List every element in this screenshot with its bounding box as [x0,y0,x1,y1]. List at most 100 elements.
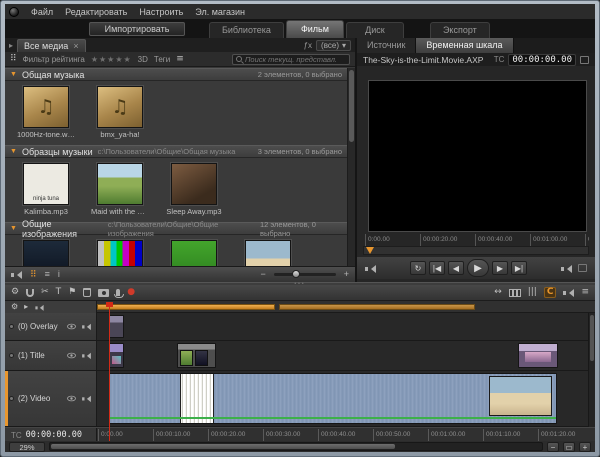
overlay-clip[interactable] [109,315,124,338]
track-body-overlay[interactable] [97,313,595,340]
tab-timeline-preview[interactable]: Временная шкала [416,38,513,53]
timeline-settings-gear-icon[interactable]: ⚙ [11,288,19,297]
video-preview-area[interactable] [368,80,587,232]
track-expand-icon[interactable]: ▸ [24,303,28,311]
media-item[interactable] [91,240,149,266]
track-body-video[interactable] [97,371,595,426]
list-view-icon[interactable]: ≡ [45,270,50,279]
timeline-playhead[interactable] [109,302,110,441]
audio-scrub-icon[interactable] [365,264,376,273]
track-status-led[interactable] [9,353,14,358]
scope-dropdown[interactable]: (все) ▾ [316,40,351,51]
album-art-thumbnail[interactable]: ninja tuna [23,163,69,205]
title-clip[interactable] [518,343,558,368]
volume-icon[interactable] [561,264,572,273]
track-body-title[interactable] [97,341,595,370]
preview-timecode[interactable]: 00:00:00.00 [508,54,576,66]
media-item[interactable] [17,240,75,266]
trash-icon[interactable] [83,288,91,297]
preview-audio-icon[interactable] [11,270,22,279]
library-scrollbar-thumb[interactable] [349,70,354,142]
cached-range-segment[interactable] [97,304,275,310]
timeline-volume-icon[interactable] [563,288,574,297]
fx-filter-icon[interactable]: ƒx [304,41,312,50]
tab-movie[interactable]: Фильм [286,20,344,38]
track-status-led[interactable] [9,396,14,401]
jump-start-button[interactable]: |◀ [429,261,445,275]
title-clip[interactable] [109,343,124,368]
section-header-common-images[interactable]: ▼ Общие изображения с:\Пользователи\Общи… [5,222,355,235]
razor-icon[interactable]: ✂ [41,288,49,297]
magnet-snap-icon[interactable] [26,289,34,297]
collection-tab-close-icon[interactable]: × [73,40,78,52]
track-gear-icon[interactable]: ⚙ [11,303,18,311]
timeline-hscroll-thumb[interactable] [51,444,395,449]
collapse-icon[interactable]: ▼ [10,225,17,232]
media-item[interactable] [165,240,223,266]
collection-tab-all-media[interactable]: Все медиа × [17,39,86,52]
record-marker-icon[interactable]: ● [127,288,135,297]
zoom-out-button[interactable]: − [547,442,559,452]
track-master-audio-icon[interactable] [36,304,44,311]
tab-source[interactable]: Источник [357,38,416,53]
menu-edit[interactable]: Редактировать [65,7,127,17]
info-icon[interactable]: i [58,270,60,279]
menu-file[interactable]: Файл [31,7,53,17]
collapse-icon[interactable]: ▼ [10,148,17,155]
rating-stars[interactable]: ★★★★★ [91,55,132,64]
menu-store[interactable]: Эл. магазин [195,7,245,17]
preview-ruler[interactable]: 0:00.00 00:00:20.00 00:00:40.00 00:01:00… [363,234,589,246]
collection-nav-icon[interactable]: ▸ [9,41,13,50]
cached-range-segment[interactable] [279,304,475,310]
image-thumbnail[interactable] [23,240,69,266]
preview-playhead-marker[interactable] [366,247,374,254]
album-art-thumbnail[interactable] [97,163,143,205]
voiceover-mic-icon[interactable] [116,289,120,296]
timeline-menu-icon[interactable]: ≡ [581,288,589,297]
media-item[interactable]: 1000Hz-tone.wav [17,86,75,139]
audio-mixer-icon[interactable]: ||| [528,288,537,297]
timeline-zoom-level[interactable]: 29% [9,442,45,452]
import-button[interactable]: Импортировать [89,22,185,36]
media-item[interactable]: Maid with the Flax... [91,163,149,216]
thumb-size-slider[interactable] [274,273,336,276]
play-button[interactable]: ▶ [467,259,489,277]
track-mute-speaker-icon[interactable] [82,395,91,402]
tab-disc[interactable]: Диск [346,22,404,38]
storyboard-icon[interactable] [509,289,521,297]
video-clip-photo-section[interactable] [489,376,552,416]
image-thumbnail[interactable] [171,240,217,266]
step-back-button[interactable]: ◀ [448,261,464,275]
grid-view-icon[interactable]: ⠿ [30,270,37,279]
tab-library[interactable]: Библиотека [209,22,284,38]
timeline-ruler[interactable]: ТС 00:00:00.00 0:00.00 00:00:10.00 00:00… [5,427,595,441]
album-art-thumbnail[interactable] [171,163,217,205]
media-item[interactable]: ninja tuna Kalimba.mp3 [17,163,75,216]
navigate-arrows-icon[interactable]: ↔ [494,288,502,297]
track-visibility-eye-icon[interactable] [67,353,76,359]
filter-3d-label[interactable]: 3D [138,55,148,64]
jump-end-button[interactable]: ▶| [511,261,527,275]
track-header-title[interactable]: (1) Title [5,341,97,370]
timeline-ruler-ticks[interactable]: 0:00.00 00:00:10.00 00:00:20.00 00:00:30… [97,428,595,441]
audio-thumbnail[interactable] [97,86,143,128]
search-input[interactable] [245,55,346,64]
timeline-vertical-scrollbar[interactable] [588,313,595,427]
library-scrollbar[interactable] [347,68,355,266]
snapshot-camera-icon[interactable] [98,289,109,297]
media-item[interactable]: Sleep Away.mp3 [165,163,223,216]
preview-scrubber[interactable] [363,246,589,255]
app-icon[interactable] [9,7,19,17]
thumb-size-slider-knob[interactable] [292,270,300,278]
track-header-video[interactable]: (2) Video [5,371,97,426]
timeline-vscroll-thumb[interactable] [590,315,594,361]
track-visibility-eye-icon[interactable] [67,324,76,330]
scorefitter-icon[interactable]: C [544,287,557,298]
section-header-common-music[interactable]: ▼ Общая музыка 2 элементов, 0 выбрано [5,68,355,81]
thumb-size-plus-icon[interactable]: + [344,270,349,279]
image-thumbnail[interactable] [245,240,291,266]
title-clip[interactable] [177,343,216,368]
track-mute-speaker-icon[interactable] [82,352,91,359]
timeline-horizontal-scrollbar[interactable] [49,442,543,451]
image-thumbnail[interactable] [97,240,143,266]
